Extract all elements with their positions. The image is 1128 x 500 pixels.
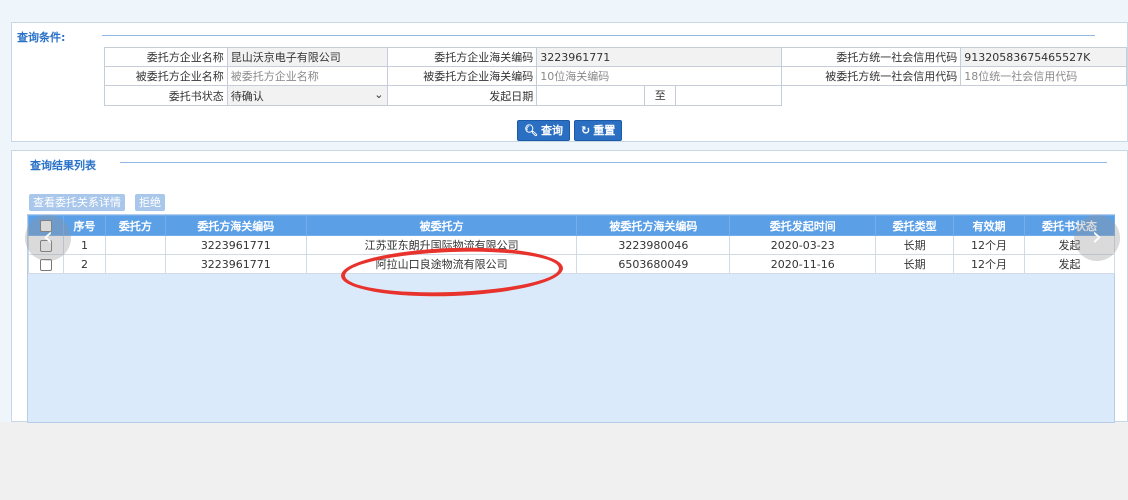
form-row: 委托书状态 待确认 ⌄ 发起日期 至	[104, 85, 1127, 106]
cell-agent-code: 3223980046	[576, 235, 731, 255]
client-name-input[interactable]: 昆山沃京电子有限公司	[226, 47, 389, 67]
form-row: 被委托方企业名称 被委托方企业名称 被委托方企业海关编码 10位海关编码 被委托…	[104, 66, 1127, 86]
status-select[interactable]: 待确认 ⌄	[226, 85, 389, 106]
col-header: 被委托方海关编码	[576, 215, 731, 236]
legend-divider	[120, 162, 1107, 163]
chevron-left-icon[interactable]: ‹	[25, 215, 71, 261]
query-panel: 查询条件: 委托方企业名称 昆山沃京电子有限公司 委托方企业海关编码 32239…	[11, 22, 1128, 142]
agent-name-input[interactable]: 被委托方企业名称	[226, 66, 389, 86]
search-button[interactable]: 🔍︎ 查询	[517, 120, 570, 141]
table-header: 序号 委托方 委托方海关编码 被委托方 被委托方海关编码 委托发起时间 委托类型…	[28, 215, 1115, 236]
date-start-input[interactable]	[537, 86, 646, 105]
view-detail-button[interactable]: 查看委托关系详情	[29, 194, 125, 211]
col-header: 被委托方	[305, 215, 578, 236]
cell-agent-code: 6503680049	[576, 254, 731, 274]
result-table: 序号 委托方 委托方海关编码 被委托方 被委托方海关编码 委托发起时间 委托类型…	[28, 215, 1115, 274]
client-code-input[interactable]: 3223961771	[536, 47, 782, 67]
cell-time: 2020-11-16	[729, 254, 877, 274]
chevron-down-icon: ⌄	[374, 88, 384, 101]
search-button-label: 查询	[540, 124, 563, 137]
status-label: 委托书状态	[104, 85, 228, 106]
status-select-value: 待确认	[230, 89, 264, 103]
table-row[interactable]: 1 3223961771 江苏亚东朗升国际物流有限公司 3223980046 2…	[28, 235, 1115, 255]
query-legend: 查询条件:	[17, 29, 74, 45]
date-end-input[interactable]	[676, 86, 780, 105]
agent-code-label: 被委托方企业海关编码	[387, 66, 538, 86]
table-row[interactable]: 2 3223961771 阿拉山口良途物流有限公司 6503680049 202…	[28, 254, 1115, 274]
client-code-label: 委托方企业海关编码	[387, 47, 538, 67]
agent-name-label: 被委托方企业名称	[104, 66, 228, 86]
legend-divider	[102, 35, 1095, 36]
client-credit-input[interactable]: 91320583675465527K	[960, 47, 1127, 67]
empty-cell	[961, 86, 1127, 106]
date-label: 发起日期	[387, 85, 538, 106]
agent-credit-label: 被委托方统一社会信用代码	[780, 66, 962, 86]
col-header: 委托方	[104, 215, 166, 236]
date-to-label: 至	[645, 86, 677, 105]
cell-client-code: 3223961771	[164, 254, 307, 274]
cell-time: 2020-03-23	[729, 235, 877, 255]
col-header: 委托方海关编码	[164, 215, 307, 236]
reset-button-label: 重置	[593, 124, 616, 137]
client-credit-label: 委托方统一社会信用代码	[780, 47, 962, 67]
reject-button[interactable]: 拒绝	[135, 194, 165, 211]
cell-client	[104, 235, 166, 255]
agent-code-input[interactable]: 10位海关编码	[536, 66, 782, 86]
client-name-label: 委托方企业名称	[104, 47, 228, 67]
cell-type: 长期	[875, 254, 955, 274]
reset-button[interactable]: ↻ 重置	[574, 120, 623, 141]
cell-client	[104, 254, 166, 274]
col-header: 有效期	[953, 215, 1026, 236]
result-legend: 查询结果列表	[30, 157, 104, 173]
cell-type: 长期	[875, 235, 955, 255]
col-header: 委托发起时间	[729, 215, 877, 236]
cell-no: 2	[62, 254, 106, 274]
query-form: 委托方企业名称 昆山沃京电子有限公司 委托方企业海关编码 3223961771 …	[104, 47, 1127, 106]
cell-validity: 12个月	[953, 254, 1026, 274]
chevron-right-icon[interactable]: ›	[1074, 215, 1120, 261]
date-range: 至	[536, 85, 782, 106]
cell-client-code: 3223961771	[164, 235, 307, 255]
refresh-icon: ↻	[581, 124, 591, 137]
cell-validity: 12个月	[953, 235, 1026, 255]
result-panel: 查询结果列表 查看委托关系详情 拒绝 序号 委托方 委托方海关编码 被委托方 被…	[11, 150, 1128, 423]
agent-credit-input[interactable]: 18位统一社会信用代码	[960, 66, 1127, 86]
result-grid: 序号 委托方 委托方海关编码 被委托方 被委托方海关编码 委托发起时间 委托类型…	[27, 214, 1115, 423]
search-icon: 🔍︎	[524, 124, 538, 137]
empty-cell	[781, 86, 961, 106]
form-row: 委托方企业名称 昆山沃京电子有限公司 委托方企业海关编码 3223961771 …	[104, 47, 1127, 67]
col-header: 委托类型	[875, 215, 955, 236]
